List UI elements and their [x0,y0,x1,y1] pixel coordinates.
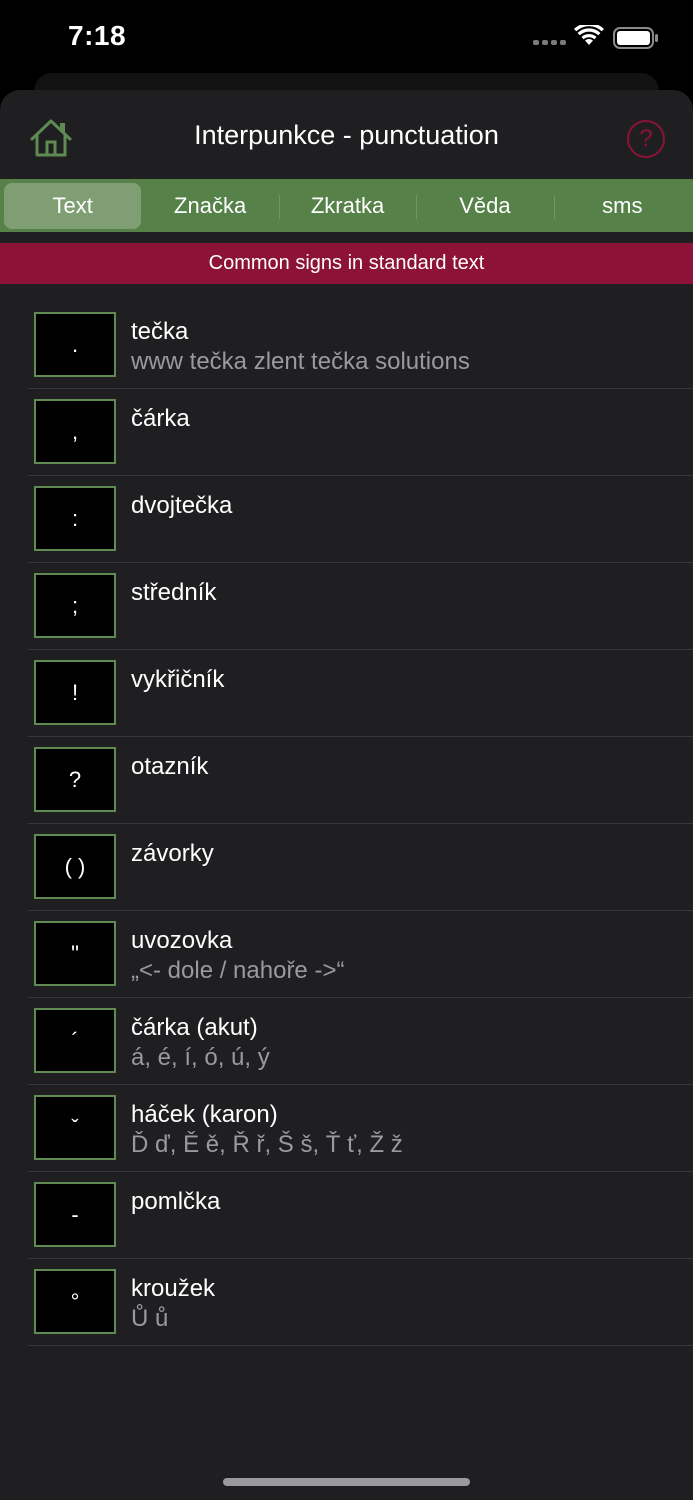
section-banner: Common signs in standard text [0,243,693,284]
list-item[interactable]: ; středník [28,563,693,650]
modal-sheet: Interpunkce - punctuation ? Text Značka … [0,90,693,1500]
home-indicator[interactable] [223,1478,470,1486]
list-item[interactable]: : dvojtečka [28,476,693,563]
symbol-box: ˇ [34,1095,116,1160]
item-title: uvozovka [131,927,233,954]
list-item[interactable]: , čárka [28,389,693,476]
symbol-box: ; [34,573,116,638]
status-time: 7:18 [68,20,127,51]
item-subtitle: www tečka zlent tečka solutions [131,348,470,375]
tab-text[interactable]: Text [4,182,142,229]
symbol-box: ´ [34,1008,116,1073]
item-subtitle: Ď ď, Ě ě, Ř ř, Š š, Ť ť, Ž ž [131,1131,403,1158]
list-item[interactable]: ˇ háček (karon) Ď ď, Ě ě, Ř ř, Š š, Ť ť,… [28,1085,693,1172]
tab-sms[interactable]: sms [553,183,691,229]
item-title: čárka (akut) [131,1014,258,1041]
list-item[interactable]: ! vykřičník [28,650,693,737]
navigation-bar: Interpunkce - punctuation ? [0,90,693,180]
page-title: Interpunkce - punctuation [194,120,499,150]
list-item[interactable]: . tečka www tečka zlent tečka solutions [28,302,693,389]
item-title: závorky [131,840,214,867]
item-subtitle: Ů ů [131,1305,169,1332]
item-title: vykřičník [131,666,225,693]
item-title: čárka [131,405,190,432]
cellular-dots-icon [533,40,566,45]
symbol-box: " [34,921,116,986]
wifi-icon [574,25,604,45]
symbol-box: - [34,1182,116,1247]
symbol-box: ? [34,747,116,812]
item-subtitle: á, é, í, ó, ú, ý [131,1044,270,1071]
symbol-box: ! [34,660,116,725]
list-item[interactable]: ° kroužek Ů ů [28,1259,693,1346]
item-title: kroužek [131,1275,216,1302]
item-title: tečka [131,318,189,345]
item-title: středník [131,579,217,606]
list-item[interactable]: " uvozovka „<- dole / nahoře ->“ [28,911,693,998]
item-title: dvojtečka [131,492,233,519]
symbol-box: : [34,486,116,551]
list-item[interactable]: ´ čárka (akut) á, é, í, ó, ú, ý [28,998,693,1085]
item-title: pomlčka [131,1188,221,1215]
status-bar: 7:18 [0,0,693,76]
item-subtitle: „<- dole / nahoře ->“ [131,957,345,984]
tab-znacka[interactable]: Značka [141,183,278,229]
tab-zkratka[interactable]: Zkratka [278,183,416,229]
battery-icon [613,27,658,49]
symbol-box: . [34,312,116,377]
symbol-box: ° [34,1269,116,1334]
symbol-box: , [34,399,116,464]
segmented-tabs: Text Značka Zkratka Věda sms [0,179,693,232]
tab-veda[interactable]: Věda [416,183,553,229]
list-item[interactable]: ( ) závorky [28,824,693,911]
list-item[interactable]: ? otazník [28,737,693,824]
item-title: háček (karon) [131,1101,278,1128]
question-mark-icon[interactable]: ? [627,120,665,158]
symbol-box: ( ) [34,834,116,899]
item-title: otazník [131,753,209,780]
list-item[interactable]: - pomlčka [28,1172,693,1259]
